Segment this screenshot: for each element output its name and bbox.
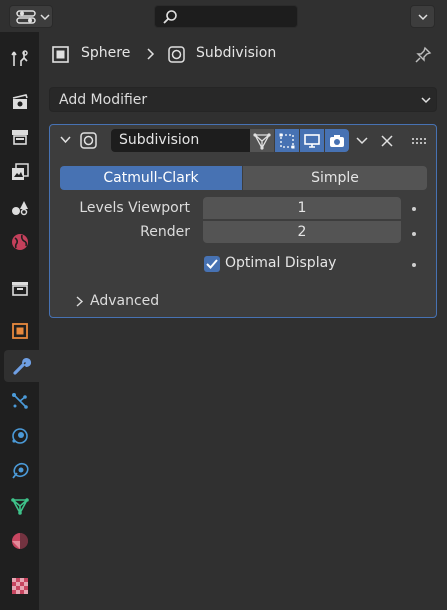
subdivision-modifier-icon [80,132,97,149]
drag-handle[interactable] [409,129,431,152]
tab-data[interactable] [3,490,36,522]
render-toggle[interactable] [325,129,349,152]
object-icon [11,323,28,339]
collection-icon [11,282,28,296]
chevron-right-icon [147,48,155,60]
advanced-label: Advanced [90,293,160,309]
material-icon [11,533,28,549]
camera-icon [330,134,344,147]
texture-icon [11,578,28,594]
tab-output[interactable] [3,121,36,153]
chevron-down-icon [40,14,50,21]
tool-icon [10,50,28,66]
physics-icon [11,428,28,444]
properties-header [0,0,447,32]
render-levels-label: Render [140,224,190,240]
collapse-chevron-icon[interactable] [60,136,71,144]
add-modifier-button[interactable]: Add Modifier [49,87,437,112]
properties-editor-icon [16,10,36,24]
render-icon [12,94,28,109]
tab-material[interactable] [3,525,36,557]
tab-tool[interactable] [3,43,36,75]
subdivision-type-catmull-clark[interactable]: Catmull-Clark [60,166,242,190]
breadcrumb-object: Sphere [81,45,131,61]
chevron-right-icon [76,295,84,307]
chevron-down-icon [421,97,431,104]
render-levels-field[interactable]: 2 [203,221,401,243]
on-cage-toggle[interactable] [275,129,299,152]
tab-constraints[interactable] [3,455,36,487]
tab-texture[interactable] [3,570,36,602]
properties-tab-bar [0,32,39,610]
drag-grip-icon [412,137,426,144]
tab-view-layer[interactable] [3,156,36,188]
tab-particles[interactable] [3,385,36,417]
search-icon [163,10,177,24]
world-icon [11,234,28,250]
keyframe-dot[interactable] [412,263,416,267]
keyframe-dot[interactable] [412,207,416,211]
edit-mode-icon [253,132,271,150]
chevron-down-icon [418,14,428,21]
tab-render[interactable] [3,86,36,118]
tab-physics[interactable] [3,420,36,452]
search-input[interactable] [154,5,298,28]
on-cage-icon [279,133,295,148]
tab-modifiers[interactable] [4,350,39,382]
advanced-subpanel-header[interactable]: Advanced [76,293,159,309]
view-layer-icon [11,163,29,180]
particles-icon [11,393,28,409]
options-dropdown[interactable] [410,5,435,28]
tab-scene[interactable] [3,191,36,223]
breadcrumb-modifier: Subdivision [196,45,277,61]
modifier-name-field[interactable]: Subdivision [111,129,250,152]
levels-viewport-label: Levels Viewport [79,200,190,216]
monitor-icon [304,133,320,148]
subdivision-type-simple[interactable]: Simple [243,166,427,190]
object-icon [52,46,69,63]
viewport-toggle[interactable] [300,129,324,152]
levels-viewport-field[interactable]: 1 [203,197,401,219]
wrench-icon [12,358,31,375]
optimal-display-checkbox[interactable] [204,256,220,272]
optimal-display-label[interactable]: Optimal Display [225,255,336,271]
tab-collection[interactable] [3,272,36,304]
add-modifier-label: Add Modifier [59,91,148,108]
tab-object[interactable] [3,315,36,347]
editor-type-dropdown[interactable] [9,5,53,28]
modifier-panel: Subdivision Catmull-Clark Simple Levels … [49,124,437,318]
tab-world[interactable] [3,226,36,258]
keyframe-dot[interactable] [412,232,416,236]
mesh-data-icon [10,498,29,515]
output-icon [11,130,28,145]
edit-mode-toggle[interactable] [250,129,274,152]
subdivision-modifier-icon [168,46,185,63]
chevron-down-icon [356,136,368,144]
checkmark-icon [206,259,218,269]
remove-modifier-button[interactable] [377,129,397,152]
pin-icon[interactable] [414,46,432,64]
scene-icon [11,201,28,216]
modifier-extra-dropdown[interactable] [351,129,373,152]
close-icon [381,134,393,147]
constraints-icon [11,462,29,479]
